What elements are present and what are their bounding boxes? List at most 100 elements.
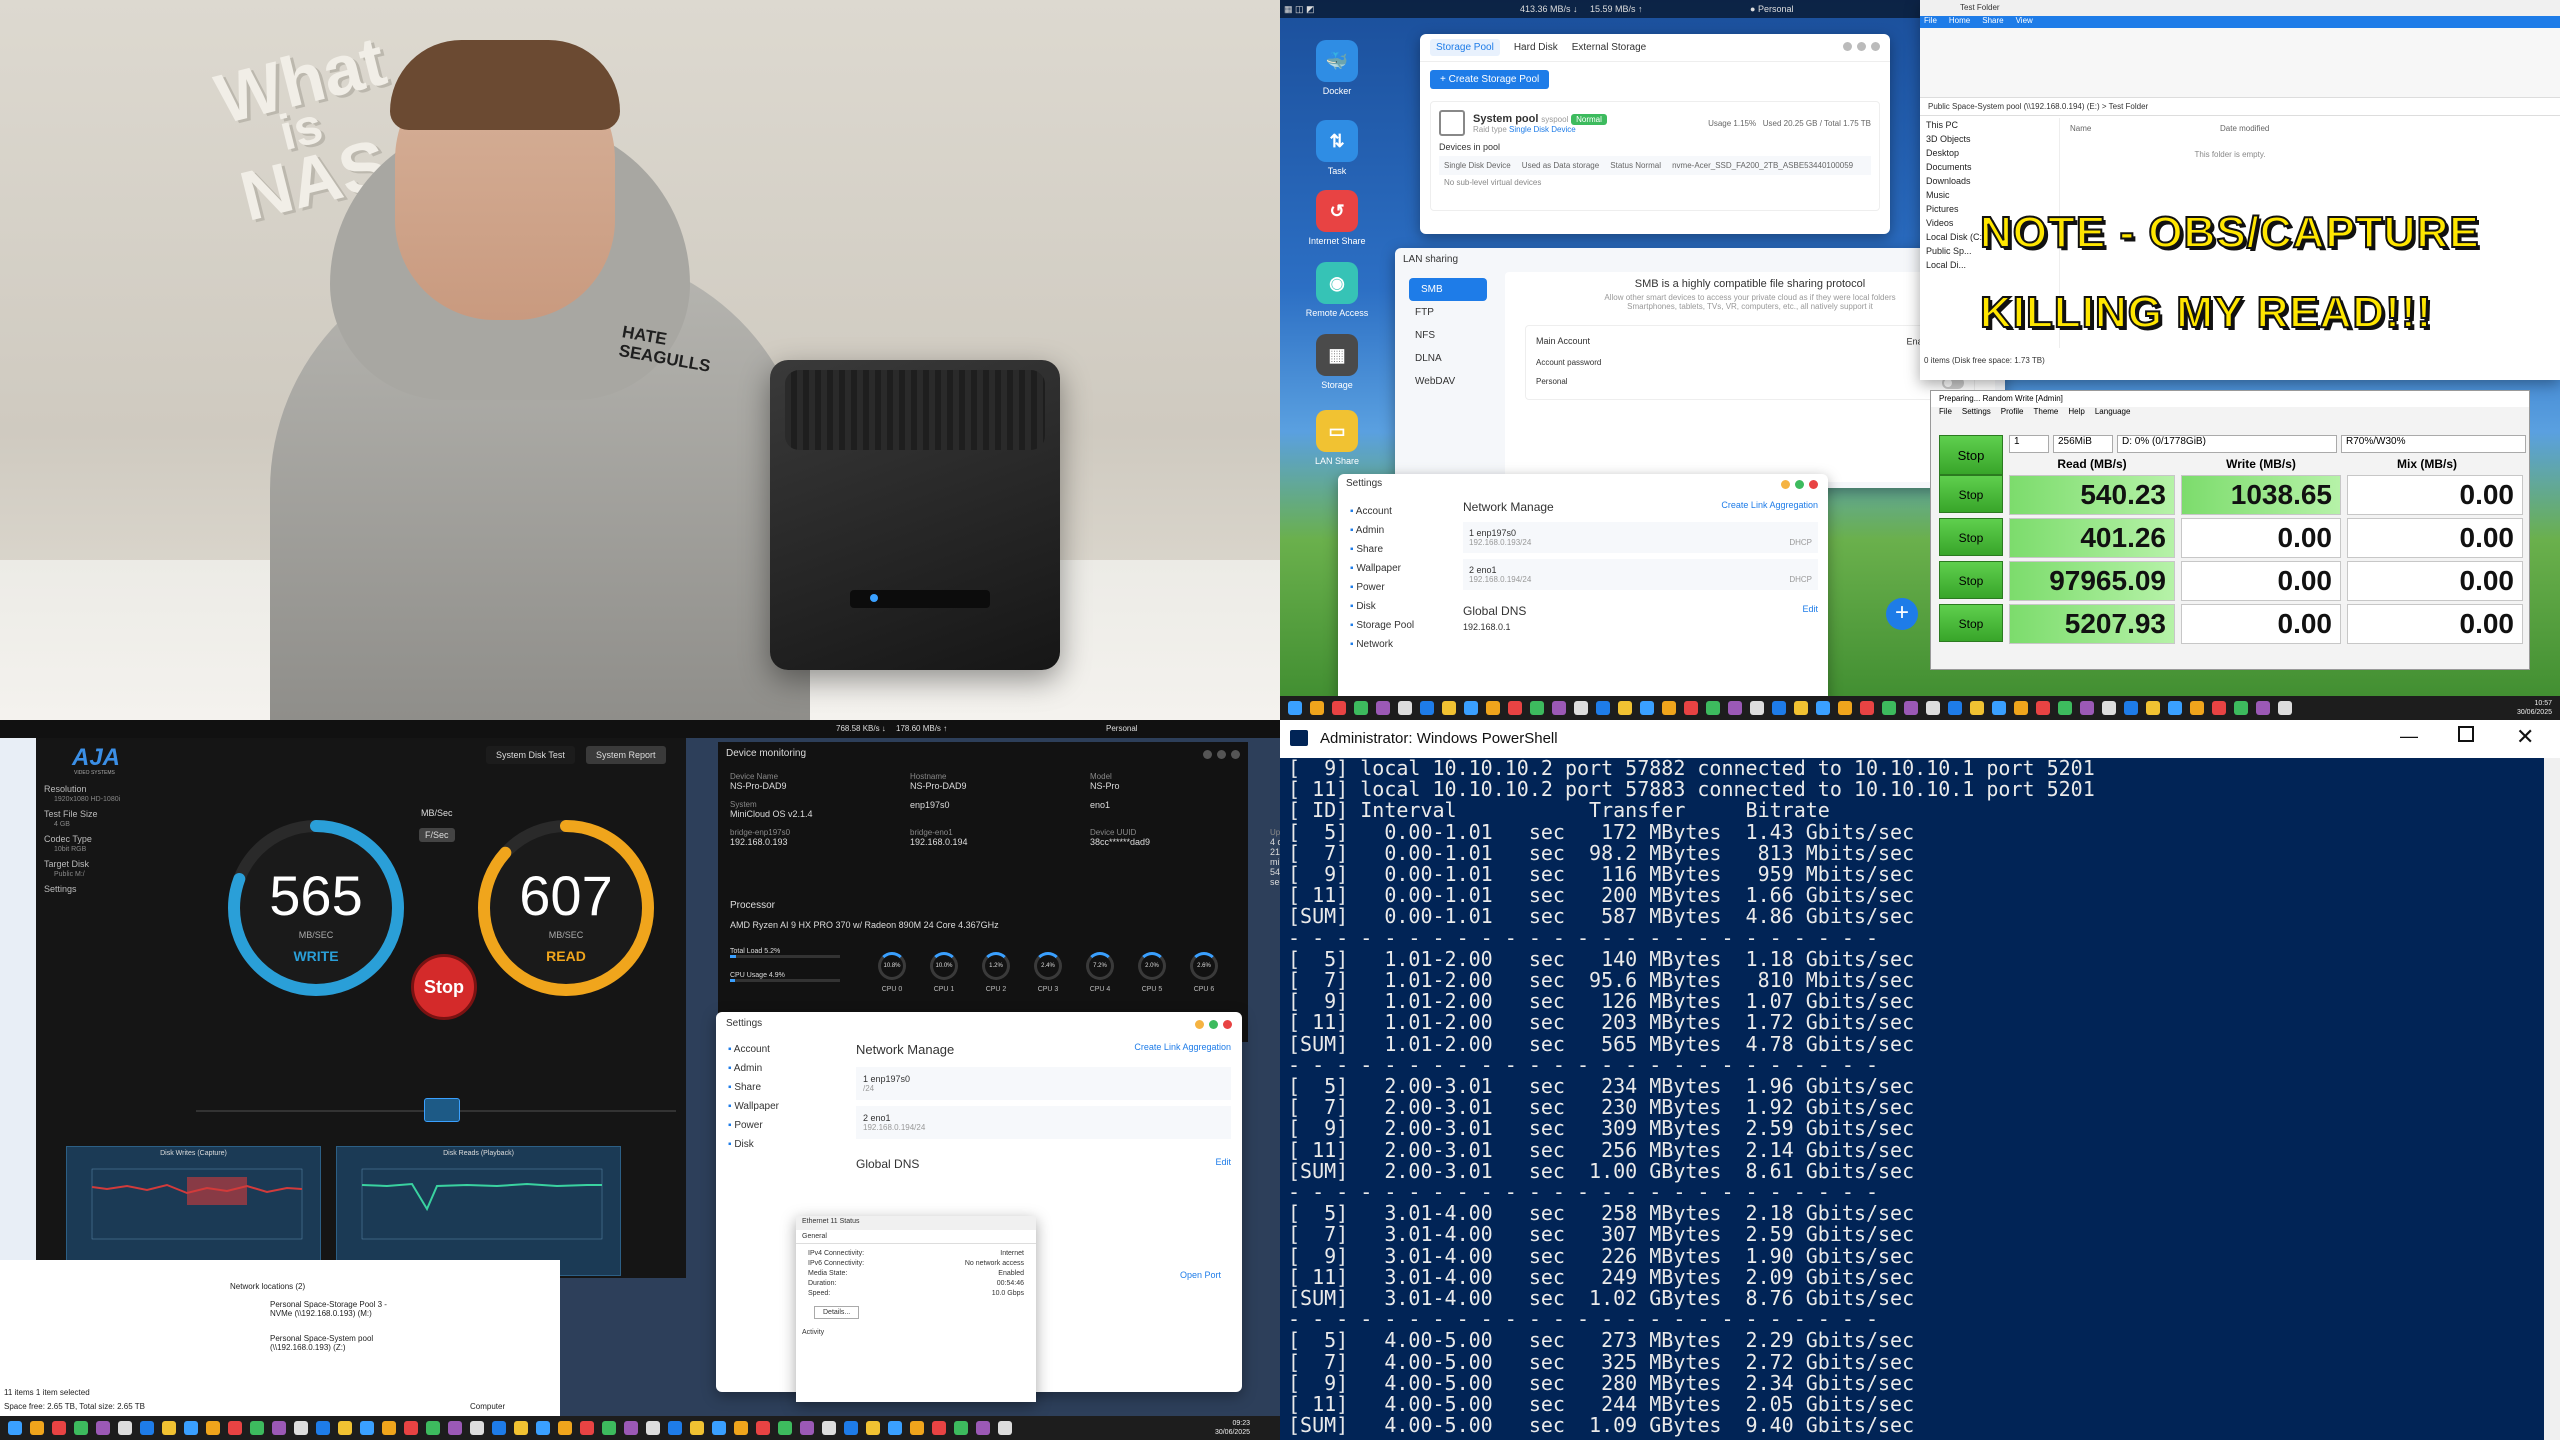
cdm-row-stop-button[interactable]: Stop: [1939, 604, 2003, 642]
taskbar-app-icon[interactable]: [1948, 701, 1962, 715]
taskbar-app-icon[interactable]: [250, 1421, 264, 1435]
taskbar-app-icon[interactable]: [52, 1421, 66, 1435]
create-storage-pool-button[interactable]: + Create Storage Pool: [1430, 70, 1550, 89]
taskbar-app-icon[interactable]: [2146, 701, 2160, 715]
taskbar-app-icon[interactable]: [8, 1421, 22, 1435]
column-date[interactable]: Date modified: [2220, 124, 2269, 133]
taskbar-app-icon[interactable]: [1838, 701, 1852, 715]
taskbar-app-icon[interactable]: [1728, 701, 1742, 715]
taskbar-app-icon[interactable]: [2256, 701, 2270, 715]
taskbar-app-icon[interactable]: [1508, 701, 1522, 715]
lan-item-ftp[interactable]: FTP: [1403, 301, 1493, 324]
taskbar-app-icon[interactable]: [1354, 701, 1368, 715]
add-button[interactable]: +: [1886, 598, 1918, 630]
taskbar-app-icon[interactable]: [1420, 701, 1434, 715]
taskbar-app-icon[interactable]: [888, 1421, 902, 1435]
taskbar-app-icon[interactable]: [2278, 701, 2292, 715]
aja-menu-settings[interactable]: Settings: [44, 884, 194, 905]
taskbar-app-icon[interactable]: [1574, 701, 1588, 715]
cdm-size-select[interactable]: 256MiB: [2053, 435, 2113, 453]
taskbar-app-icon[interactable]: [866, 1421, 880, 1435]
taskbar-app-icon[interactable]: [338, 1421, 352, 1435]
taskbar-app-icon[interactable]: [800, 1421, 814, 1435]
settings-item-admin[interactable]: ▪ Admin: [1342, 521, 1452, 540]
column-name[interactable]: Name: [2070, 124, 2091, 133]
network-locations[interactable]: Network locations (2): [230, 1282, 305, 1291]
ethernet-details-button[interactable]: Details...: [814, 1306, 860, 1319]
taskbar-app-icon[interactable]: [1332, 701, 1346, 715]
taskbar-app-icon[interactable]: [2014, 701, 2028, 715]
cdm-menu-help[interactable]: Help: [2068, 407, 2084, 419]
tree-item[interactable]: Downloads: [1920, 174, 2059, 188]
taskbar-app-icon[interactable]: [404, 1421, 418, 1435]
taskbar-app-icon[interactable]: [1596, 701, 1610, 715]
taskbar-app-icon[interactable]: [2234, 701, 2248, 715]
settings-item-storage-pool[interactable]: ▪ Storage Pool: [1342, 616, 1452, 635]
bottom-link-aggregation[interactable]: Create Link Aggregation: [1134, 1042, 1231, 1057]
taskbar-app-icon[interactable]: [448, 1421, 462, 1435]
taskbar-app-icon[interactable]: [1706, 701, 1720, 715]
taskbar-app-icon[interactable]: [1684, 701, 1698, 715]
taskbar-app-icon[interactable]: [778, 1421, 792, 1435]
cdm-mix-select[interactable]: R70%/W30%: [2341, 435, 2526, 453]
maximize-button[interactable]: [1857, 42, 1866, 51]
cdm-menu-file[interactable]: File: [1939, 407, 1952, 419]
taskbar-app-icon[interactable]: [1992, 701, 2006, 715]
account-password[interactable]: Account password: [1536, 358, 1964, 367]
taskbar-app-icon[interactable]: [2080, 701, 2094, 715]
cdm-menu-language[interactable]: Language: [2095, 407, 2131, 419]
taskbar-app-icon[interactable]: [492, 1421, 506, 1435]
taskbar-app-icon[interactable]: [162, 1421, 176, 1435]
tree-item[interactable]: This PC: [1920, 118, 2059, 132]
settings-item-wallpaper[interactable]: ▪ Wallpaper: [1342, 559, 1452, 578]
settings-item-wallpaper[interactable]: ▪ Wallpaper: [720, 1097, 830, 1116]
taskbar-app-icon[interactable]: [118, 1421, 132, 1435]
settings-item-power[interactable]: ▪ Power: [1342, 578, 1452, 597]
tab-storage-pool[interactable]: Storage Pool: [1430, 39, 1500, 56]
ribbon-tab-share[interactable]: Share: [1982, 16, 2003, 28]
stop-button[interactable]: Stop: [411, 954, 477, 1020]
taskbar-app-icon[interactable]: [2212, 701, 2226, 715]
taskbar-app-icon[interactable]: [206, 1421, 220, 1435]
powershell-output[interactable]: [ 9] local 10.10.10.2 port 57882 connect…: [1288, 758, 2538, 1440]
maximize-icon[interactable]: [2458, 726, 2474, 742]
taskbar-app-icon[interactable]: [1662, 701, 1676, 715]
aja-menu-resolution[interactable]: Resolution 1920x1080 HD-1080i: [44, 784, 194, 805]
taskbar-app-icon[interactable]: [272, 1421, 286, 1435]
chart-toggle-icon[interactable]: [424, 1098, 460, 1122]
aja-menu-codec-type[interactable]: Codec Type 10bit RGB: [44, 834, 194, 855]
taskbar-app-icon[interactable]: [1486, 701, 1500, 715]
taskbar-app-icon[interactable]: [30, 1421, 44, 1435]
taskbar-app-icon[interactable]: [734, 1421, 748, 1435]
taskbar-app-icon[interactable]: [470, 1421, 484, 1435]
aja-menu-test-file-size[interactable]: Test File Size 4 GB: [44, 809, 194, 830]
ribbon-tab-home[interactable]: Home: [1949, 16, 1970, 28]
taskbar-app-icon[interactable]: [668, 1421, 682, 1435]
taskbar-app-icon[interactable]: [96, 1421, 110, 1435]
lan-item-smb[interactable]: SMB: [1409, 278, 1487, 301]
taskbar-app-icon[interactable]: [1970, 701, 1984, 715]
network-location-2[interactable]: Personal Space-System pool (\\192.168.0.…: [270, 1334, 400, 1352]
dns-edit-link[interactable]: Edit: [1802, 604, 1818, 618]
taskbar-app-icon[interactable]: [932, 1421, 946, 1435]
tab-hard-disk[interactable]: Hard Disk: [1514, 42, 1558, 53]
lan-item-webdav[interactable]: WebDAV: [1403, 370, 1493, 393]
taskbar-app-icon[interactable]: [1442, 701, 1456, 715]
unit-mbsec[interactable]: MB/Sec: [421, 808, 453, 818]
desktop-icon-task[interactable]: ⇅ Task: [1302, 120, 1372, 176]
taskbar-app-icon[interactable]: [2168, 701, 2182, 715]
tab-system-disk-test[interactable]: System Disk Test: [486, 746, 575, 764]
taskbar-app-icon[interactable]: [74, 1421, 88, 1435]
taskbar-app-icon[interactable]: [2102, 701, 2116, 715]
taskbar-app-icon[interactable]: [976, 1421, 990, 1435]
settings-item-disk[interactable]: ▪ Disk: [720, 1135, 830, 1154]
settings-item-share[interactable]: ▪ Share: [1342, 540, 1452, 559]
bottom-dns-edit[interactable]: Edit: [1215, 1157, 1231, 1171]
taskbar-app-icon[interactable]: [1288, 701, 1302, 715]
settings-item-account[interactable]: ▪ Account: [1342, 502, 1452, 521]
create-link-aggregation[interactable]: Create Link Aggregation: [1721, 500, 1818, 514]
taskbar-app-icon[interactable]: [1464, 701, 1478, 715]
ethernet-tab-general[interactable]: General: [796, 1230, 1036, 1244]
cdm-main-stop[interactable]: Stop: [1939, 435, 2003, 475]
taskbar-app-icon[interactable]: [228, 1421, 242, 1435]
